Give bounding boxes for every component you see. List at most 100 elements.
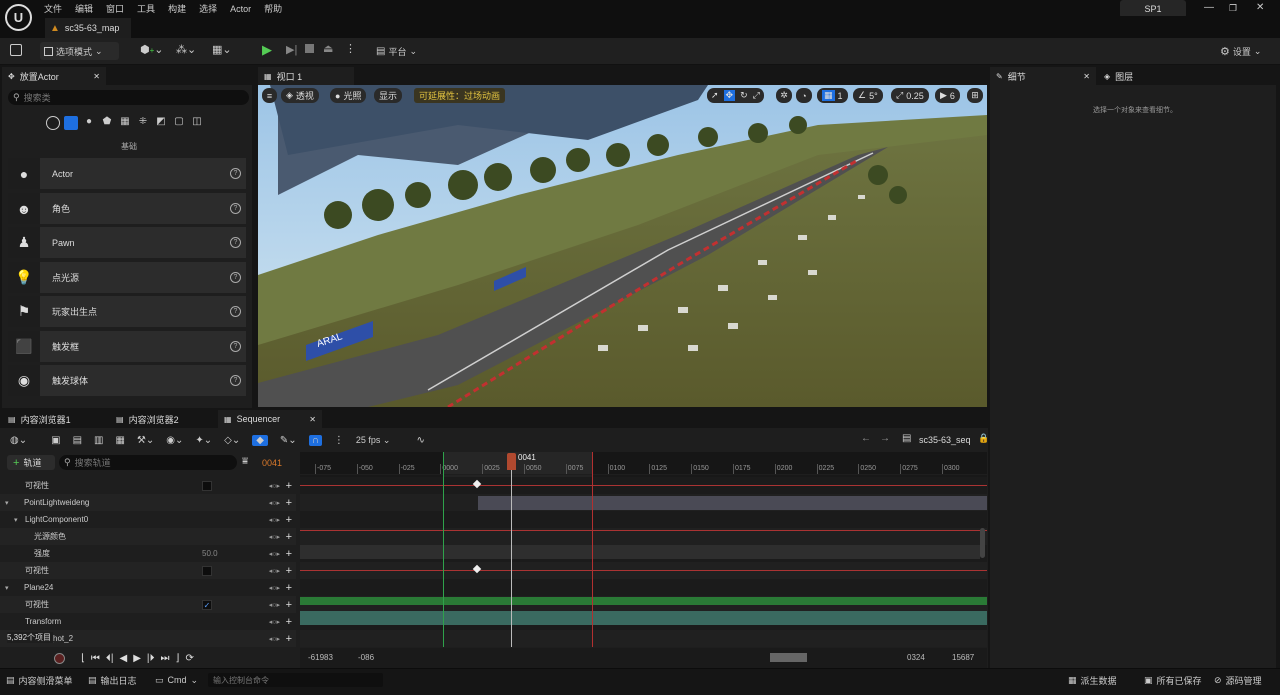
scale-tool-icon[interactable]: ⤢ [753,90,760,101]
intensity-section[interactable] [300,545,980,559]
record-button[interactable] [54,652,65,664]
translate-tool-icon[interactable]: ✥ [723,90,736,101]
key-nav-icon[interactable]: ◂○▸ [269,550,280,558]
add-actor-icon[interactable]: ⬢+⌄ [140,43,164,56]
menu-file[interactable]: 文件 [44,2,62,15]
show-button[interactable]: 显示 [374,88,403,103]
cinematics-icon[interactable]: ▦⌄ [212,43,232,56]
render-icon[interactable]: ▥ [94,435,103,446]
blueprint-icon[interactable]: ⁂⌄ [176,43,196,56]
track-row[interactable]: Transform ◂○▸ + [0,613,296,630]
curve-editor-icon[interactable]: ∿ [416,435,424,446]
place-item-actor[interactable]: ● Actor ? [8,158,246,189]
color-section[interactable] [300,530,987,531]
unreal-logo-icon[interactable]: U [5,4,32,31]
play-icon[interactable]: ▶ [133,653,141,664]
angle-snap-button[interactable]: ∠ 5° [853,88,883,103]
visibility-checkbox[interactable] [202,565,212,576]
track-row[interactable]: 可视性 ◂○▸ + [0,477,296,494]
menu-actor[interactable]: Actor [230,4,251,14]
timeline-area[interactable] [300,475,987,647]
key-nav-icon[interactable]: ◂○▸ [269,567,280,575]
view-range-slider[interactable] [770,653,807,662]
expand-arrow-icon[interactable]: ▾ [5,584,9,592]
track-row[interactable]: ▾ PointLightweideng ◂○▸ + [0,494,296,511]
expand-arrow-icon[interactable]: ▾ [14,516,18,524]
console-input[interactable]: 输入控制台命令 [208,673,383,687]
range-end-field[interactable]: 15687 [952,653,974,662]
close-icon[interactable]: ✕ [1256,2,1264,13]
world-icon[interactable]: ◍⌄ [10,435,27,446]
place-item-pawn[interactable]: ♟ Pawn ? [8,227,246,258]
playhead-marker[interactable] [507,453,516,470]
content-browser-1-tab[interactable]: ▤ 内容浏览器1 [2,410,106,428]
cinematic-category-icon[interactable]: ▦ [118,116,132,130]
help-icon[interactable]: ? [230,375,241,386]
layers-tab[interactable]: ◈ 图层 [1098,67,1178,85]
perspective-button[interactable]: ◈ 透视 [281,88,319,103]
scalability-badge[interactable]: 可延展性：过场动画 [414,88,506,103]
camera-speed-button[interactable]: ▶ 6 [935,88,960,103]
track-row[interactable]: 可视性 ◂○▸ + [0,562,296,579]
place-item-player-start[interactable]: ⚑ 玩家出生点 ? [8,296,246,327]
add-key-icon[interactable]: + [286,616,292,628]
help-icon[interactable]: ? [230,341,241,352]
add-track-button[interactable]: + 轨道 [7,455,55,470]
step-button[interactable]: ▶| [286,43,297,56]
find-in-browser-icon[interactable]: ▤ [73,435,82,446]
help-icon[interactable]: ? [230,237,241,248]
rotate-tool-icon[interactable]: ↻ [740,90,748,101]
save-icon[interactable] [10,44,22,56]
key-nav-icon[interactable]: ◂○▸ [269,635,280,643]
viewport-tab[interactable]: ▦ 视口 1 [258,67,354,85]
add-key-icon[interactable]: + [286,514,292,526]
lock-icon[interactable]: 🔒 [978,433,989,444]
output-log-button[interactable]: ▤ 输出日志 [88,672,137,688]
close-tab-icon[interactable]: ✕ [309,415,316,424]
track-row[interactable]: 光源颜色 ◂○▸ + [0,528,296,545]
camera-add-icon[interactable]: ▦ [115,435,124,446]
details-tab[interactable]: ✎ 细节 ✕ [990,67,1096,85]
help-icon[interactable]: ? [230,306,241,317]
shapes-category-icon[interactable]: ⬟ [100,116,114,130]
add-key-icon[interactable]: + [286,599,292,611]
platform-button[interactable]: ▤ 平台 ⌄ [372,42,421,60]
scale-snap-button[interactable]: ⤢ 0.25 [891,88,929,103]
add-key-icon[interactable]: + [286,548,292,560]
view-start-field[interactable]: -086 [358,653,374,662]
track-row[interactable]: 可视性 ✓ ◂○▸ + [0,596,296,613]
range-start-field[interactable]: -61983 [308,653,333,662]
maximize-icon[interactable]: ❐ [1229,3,1237,14]
transform-section[interactable] [300,611,987,625]
view-end-field[interactable]: 0324 [907,653,925,662]
jump-to-end-icon[interactable]: ⏭ [161,653,170,664]
menu-window[interactable]: 窗口 [106,2,124,15]
timeline-scrollbar[interactable] [980,528,985,558]
jump-to-start-icon[interactable]: ⏮ [91,653,100,664]
place-actors-tab[interactable]: ✥ 放置Actor ✕ [2,67,106,85]
key-nav-icon[interactable]: ◂○▸ [269,533,280,541]
view-options-icon[interactable]: ◉⌄ [166,435,183,446]
timeline-ruler[interactable]: -075 -050 -025 0000 0025 0050 0075 0100 0125 0150… [300,452,987,474]
class-search-input[interactable]: ⚲ 搜索类 [8,90,249,105]
visibility-section[interactable] [300,485,987,486]
content-drawer-button[interactable]: ▤ 内容侧滑菜单 [6,672,73,688]
grid-snap-button[interactable]: ▦ 1 [817,88,848,103]
tools-icon[interactable]: ⚒⌄ [137,435,154,446]
edit-mode-icon[interactable]: ✎⌄ [280,435,297,446]
save-sequence-icon[interactable]: ▣ [51,435,60,446]
filter-icon[interactable]: ⩸ [242,456,248,467]
level-tab[interactable]: ▲ sc35-63_map [45,18,131,38]
key-nav-icon[interactable]: ◂○▸ [269,482,280,490]
set-start-icon[interactable]: ⌊ [81,653,85,664]
all-saved-button[interactable]: ▣ 所有已保存 [1144,672,1202,688]
add-key-icon[interactable]: + [286,480,292,492]
cmd-select[interactable]: ▭ Cmd ⌄ [155,672,198,688]
play-button[interactable]: ▶ [262,42,272,58]
menu-help[interactable]: 帮助 [264,2,282,15]
step-back-icon[interactable]: ⏴| [106,653,114,664]
settings-button[interactable]: ⚙ 设置 ⌄ [1216,42,1265,60]
nav-back-icon[interactable]: ← [861,433,871,444]
place-item-trigger-box[interactable]: ⬛ 触发框 ? [8,331,246,362]
plane-visibility-section[interactable] [300,597,987,605]
